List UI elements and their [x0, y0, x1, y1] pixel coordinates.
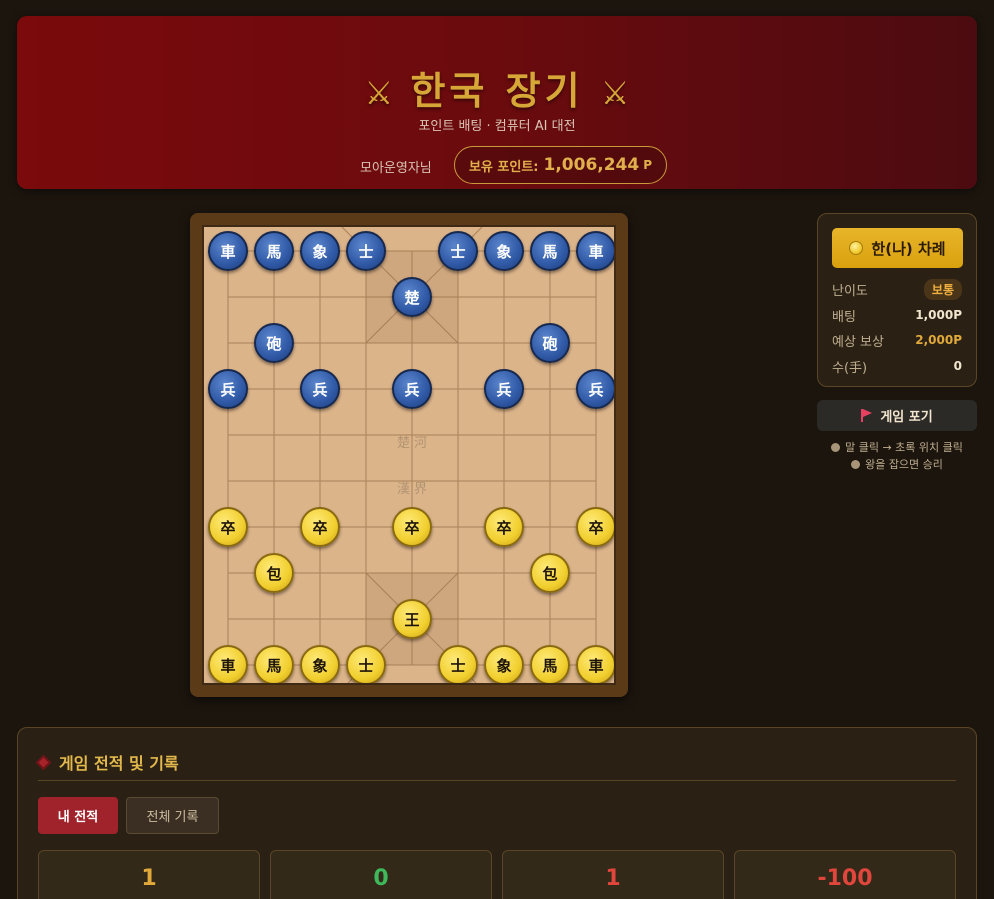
header-banner: ⚔ 한국 장기 ⚔ 포인트 배팅 · 컴퓨터 AI 대전 모아운영자님 보유 포… [17, 16, 977, 189]
blue-piece[interactable]: 楚 [392, 277, 432, 317]
blue-piece[interactable]: 象 [484, 231, 524, 271]
stat-value: 0 [373, 866, 389, 891]
gold-piece-icon [849, 241, 864, 255]
hint-win-text: 왕을 잡으면 승리 [865, 458, 943, 471]
moves-row: 수(手) 0 [832, 357, 962, 376]
reward-value: 2,000P [915, 333, 962, 347]
stat-value: 1 [605, 866, 621, 891]
blue-piece[interactable]: 兵 [576, 369, 614, 409]
river-label-top: 楚河 [397, 436, 432, 451]
gold-piece[interactable]: 車 [576, 645, 614, 683]
turn-indicator: 한(나) 차례 [832, 228, 963, 268]
gold-piece[interactable]: 包 [530, 553, 570, 593]
stat-value: 1 [141, 866, 157, 891]
gold-piece[interactable]: 車 [208, 645, 248, 683]
difficulty-row: 난이도 보통 [832, 278, 962, 300]
blue-piece[interactable]: 士 [346, 231, 386, 271]
gold-piece[interactable]: 馬 [254, 645, 294, 683]
gold-piece[interactable]: 象 [300, 645, 340, 683]
forfeit-button[interactable]: 게임 포기 [817, 400, 977, 431]
blue-piece[interactable]: 兵 [208, 369, 248, 409]
bullet-icon [851, 460, 861, 469]
hint-move: 말 클릭 → 초록 위치 클릭 [810, 439, 984, 455]
gold-piece[interactable]: 象 [484, 645, 524, 683]
gold-piece[interactable]: 王 [392, 599, 432, 639]
points-value: 1,006,244 [543, 155, 640, 175]
blue-piece[interactable]: 兵 [300, 369, 340, 409]
moves-value: 0 [953, 359, 962, 373]
divider [38, 780, 956, 781]
bet-value: 1,000P [915, 308, 962, 322]
moves-label: 수(手) [832, 360, 868, 376]
hint-win: 왕을 잡으면 승리 [810, 456, 984, 472]
gold-piece[interactable]: 卒 [208, 507, 248, 547]
page-title: ⚔ 한국 장기 ⚔ [17, 60, 977, 115]
gold-piece[interactable]: 卒 [300, 507, 340, 547]
stat-card: -100 [734, 850, 956, 899]
game-board[interactable]: 楚河 漢界 車馬象士士象馬車楚砲砲兵兵兵兵兵卒卒卒卒卒包包王車馬象士士象馬車 [202, 225, 616, 685]
gold-piece[interactable]: 卒 [392, 507, 432, 547]
river-label-bottom: 漢界 [397, 482, 432, 497]
gold-piece[interactable]: 卒 [484, 507, 524, 547]
stat-value: -100 [817, 866, 873, 891]
points-label: 보유 포인트: [468, 159, 539, 175]
records-section: 게임 전적 및 기록 내 전적 전체 기록 1 0 1 -100 [17, 727, 977, 899]
tab-my-record[interactable]: 내 전적 [38, 797, 118, 834]
crossed-swords-icon: ⚔ [600, 74, 630, 112]
title-text: 한국 장기 [410, 69, 584, 113]
stat-card: 0 [270, 850, 492, 899]
blue-piece[interactable]: 砲 [530, 323, 570, 363]
blue-piece[interactable]: 馬 [530, 231, 570, 271]
blue-piece[interactable]: 馬 [254, 231, 294, 271]
gold-piece[interactable]: 士 [438, 645, 478, 683]
hint-move-text: 말 클릭 → 초록 위치 클릭 [845, 441, 963, 454]
blue-piece[interactable]: 車 [576, 231, 614, 271]
diamond-icon [35, 754, 52, 770]
gold-piece[interactable]: 包 [254, 553, 294, 593]
blue-piece[interactable]: 兵 [484, 369, 524, 409]
blue-piece[interactable]: 象 [300, 231, 340, 271]
records-title: 게임 전적 및 기록 [35, 750, 179, 774]
gold-piece[interactable]: 士 [346, 645, 386, 683]
tab-all-records[interactable]: 전체 기록 [126, 797, 219, 834]
bullet-icon [831, 443, 841, 452]
reward-label: 예상 보상 [832, 334, 884, 350]
records-title-text: 게임 전적 및 기록 [59, 754, 179, 773]
crossed-swords-icon: ⚔ [364, 74, 394, 112]
gold-piece[interactable]: 卒 [576, 507, 614, 547]
reward-row: 예상 보상 2,000P [832, 331, 962, 350]
difficulty-badge: 보통 [923, 278, 962, 300]
gold-piece[interactable]: 馬 [530, 645, 570, 683]
bet-row: 배팅 1,000P [832, 306, 962, 325]
user-name: 모아운영자님 [360, 161, 432, 176]
stat-card: 1 [502, 850, 724, 899]
turn-label: 한(나) 차례 [871, 239, 946, 258]
board-frame: 楚河 漢界 車馬象士士象馬車楚砲砲兵兵兵兵兵卒卒卒卒卒包包王車馬象士士象馬車 [190, 213, 628, 697]
blue-piece[interactable]: 車 [208, 231, 248, 271]
blue-piece[interactable]: 砲 [254, 323, 294, 363]
difficulty-label: 난이도 [832, 283, 868, 299]
points-unit: P [643, 158, 653, 172]
blue-piece[interactable]: 兵 [392, 369, 432, 409]
page-subtitle: 포인트 배팅 · 컴퓨터 AI 대전 [418, 119, 576, 134]
flag-icon [861, 409, 873, 422]
stat-card: 1 [38, 850, 260, 899]
game-info-panel: 한(나) 차례 난이도 보통 배팅 1,000P 예상 보상 2,000P 수(… [817, 213, 977, 387]
blue-piece[interactable]: 士 [438, 231, 478, 271]
forfeit-label: 게임 포기 [880, 410, 933, 425]
points-badge: 보유 포인트: 1,006,244 P [454, 146, 667, 184]
bet-label: 배팅 [832, 309, 856, 325]
